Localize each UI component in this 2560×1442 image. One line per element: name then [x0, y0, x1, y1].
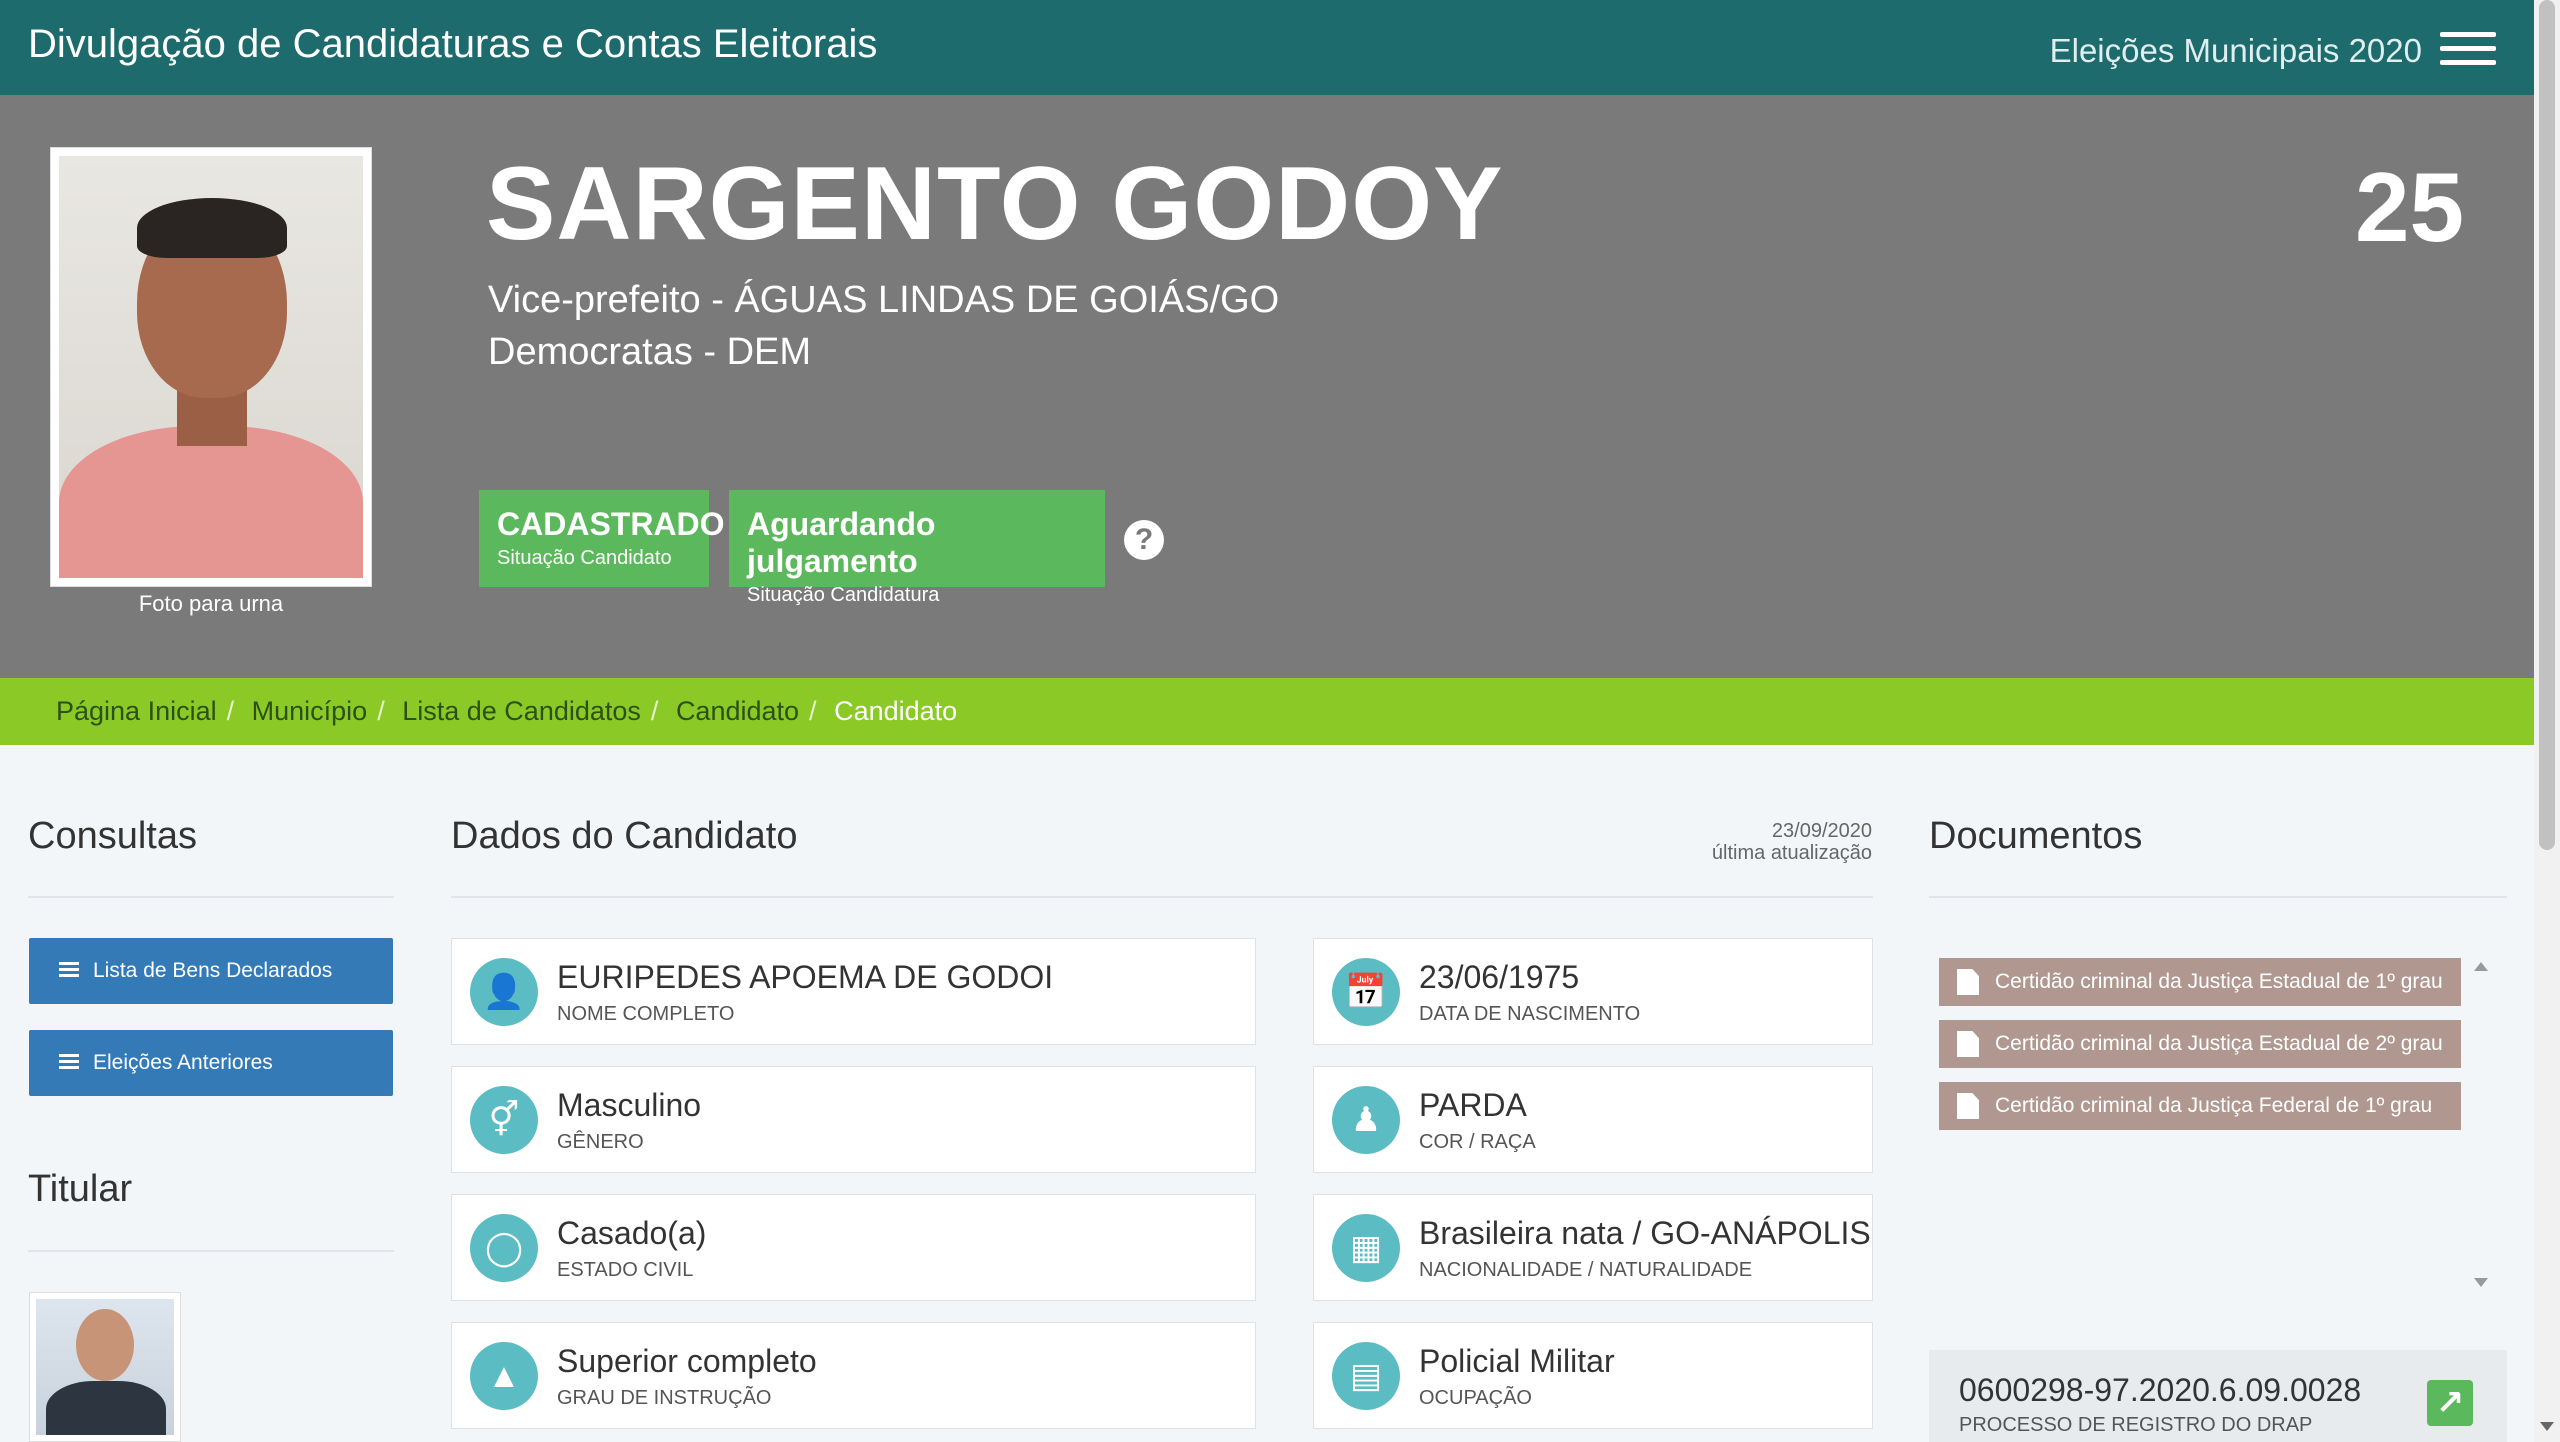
candidate-header: Foto para urna SARGENTO GODOY 25 Vice-pr…	[0, 95, 2534, 678]
breadcrumb-candidato[interactable]: Candidato	[676, 696, 799, 726]
field-label: Grau de Instrução	[557, 1387, 772, 1409]
field-estado-civil: ◯ Casado(a) Estado Civil	[451, 1194, 1256, 1301]
document-item[interactable]: Certidão criminal da Justiça Federal de …	[1939, 1082, 2461, 1130]
site-title[interactable]: Divulgação de Candidaturas e Contas Elei…	[28, 22, 877, 67]
field-label: Nacionalidade / Naturalidade	[1419, 1259, 1753, 1281]
field-label: Data de Nascimento	[1419, 1003, 1641, 1025]
field-label: Ocupação	[1419, 1387, 1532, 1409]
candidate-party: Democratas - DEM	[488, 331, 812, 373]
scroll-down-icon[interactable]	[2540, 1422, 2554, 1431]
hamburger-menu-icon[interactable]	[2440, 32, 2496, 66]
divider	[1929, 896, 2507, 898]
field-grau-instrucao: ▲ Superior completo Grau de Instrução	[451, 1322, 1256, 1429]
status-badge-candidatura: Aguardando julgamento Situação Candidatu…	[729, 490, 1105, 606]
map-icon: ▦	[1332, 1214, 1400, 1282]
field-genero: ⚥ Masculino Gênero	[451, 1066, 1256, 1173]
field-nacionalidade: ▦ Brasileira nata / GO-ANÁPOLIS Nacional…	[1313, 1194, 1873, 1301]
candidate-role: Vice-prefeito - ÁGUAS LINDAS DE GOIÁS/GO	[488, 279, 1280, 321]
documents-scrollbar[interactable]	[2464, 946, 2500, 1300]
bens-declarados-button[interactable]: Lista de Bens Declarados	[29, 938, 393, 1004]
field-value: Brasileira nata / GO-ANÁPOLIS	[1419, 1215, 1871, 1251]
photo-caption: Foto para urna	[138, 591, 284, 616]
field-value: 23/06/1975	[1419, 959, 1580, 995]
breadcrumb-current: Candidato	[834, 696, 958, 726]
last-updated: 23/09/2020 última atualização	[1712, 820, 1872, 864]
button-label: Eleições Anteriores	[93, 1051, 273, 1074]
scroll-down-icon[interactable]	[2474, 1278, 2488, 1287]
consultas-title: Consultas	[28, 815, 197, 857]
building-icon: ▤	[1332, 1342, 1400, 1410]
breadcrumb: Página Inicial / Município / Lista de Cand…	[0, 678, 2534, 745]
field-value: EURIPEDES APOEMA DE GODOI	[557, 959, 1054, 995]
status-badge-candidato: CADASTRADO Situação Candidato	[479, 490, 725, 587]
button-label: Lista de Bens Declarados	[93, 959, 333, 982]
calendar-icon: 📅	[1332, 958, 1400, 1026]
dados-title: Dados do Candidato	[451, 815, 798, 857]
documentos-title: Documentos	[1929, 815, 2143, 857]
updated-date: 23/09/2020	[1771, 820, 1872, 842]
candidate-name: SARGENTO GODOY	[486, 146, 1504, 262]
field-ocupacao: ▤ Policial Militar Ocupação	[1313, 1322, 1873, 1429]
external-link-icon[interactable]: ↗	[2427, 1380, 2473, 1426]
graduation-cap-icon: ▲	[470, 1342, 538, 1410]
help-icon[interactable]: ?	[1124, 520, 1164, 560]
field-label: Nome Completo	[557, 1003, 735, 1025]
field-value: Policial Militar	[1419, 1343, 1615, 1379]
document-item[interactable]: Certidão criminal da Justiça Estadual de…	[1939, 958, 2461, 1006]
field-value: Superior completo	[557, 1343, 817, 1379]
titular-title: Titular	[28, 1168, 133, 1210]
field-data-nascimento: 📅 23/06/1975 Data de Nascimento	[1313, 938, 1873, 1045]
field-cor-raca: ♟ PARDA Cor / Raça	[1313, 1066, 1873, 1173]
file-icon	[1957, 1093, 1979, 1119]
election-name: Eleições Municipais 2020	[2049, 32, 2422, 69]
file-icon	[1957, 1031, 1979, 1057]
page: Divulgação de Candidaturas e Contas Elei…	[0, 0, 2560, 1442]
top-bar: Divulgação de Candidaturas e Contas Elei…	[0, 0, 2534, 95]
document-label: Certidão criminal da Justiça Estadual de…	[1995, 1032, 2443, 1055]
field-value: PARDA	[1419, 1087, 1527, 1123]
drap-number: 0600298-97.2020.6.09.0028	[1959, 1372, 2362, 1408]
status-value: CADASTRADO	[497, 506, 725, 542]
field-label: Estado Civil	[557, 1259, 694, 1281]
status-value: Aguardando julgamento	[747, 506, 936, 579]
list-icon	[59, 962, 79, 978]
page-scrollbar[interactable]	[2534, 0, 2560, 1442]
ring-icon: ◯	[470, 1214, 538, 1282]
document-label: Certidão criminal da Justiça Estadual de…	[1995, 970, 2443, 993]
field-nome-completo: 👤 EURIPEDES APOEMA DE GODOI Nome Complet…	[451, 938, 1256, 1045]
eleicoes-anteriores-button[interactable]: Eleições Anteriores	[29, 1030, 393, 1096]
breadcrumb-lista-candidatos[interactable]: Lista de Candidatos	[402, 696, 641, 726]
field-value: Casado(a)	[557, 1215, 707, 1251]
updated-label: última atualização	[1711, 842, 1872, 864]
field-label: Gênero	[557, 1131, 644, 1153]
drap-label: PROCESSO DE REGISTRO DO DRAP	[1959, 1414, 2313, 1436]
titular-photo[interactable]	[29, 1292, 181, 1442]
gender-icon: ⚥	[470, 1086, 538, 1154]
scroll-up-icon[interactable]	[2474, 962, 2488, 971]
breadcrumb-municipio[interactable]: Município	[252, 696, 368, 726]
document-label: Certidão criminal da Justiça Federal de …	[1995, 1094, 2433, 1117]
list-icon	[59, 1054, 79, 1070]
documents-list: Certidão criminal da Justiça Estadual de…	[1929, 946, 2465, 1300]
user-icon: 👤	[470, 958, 538, 1026]
status-label: Situação Candidatura	[747, 584, 940, 606]
divider	[28, 896, 394, 898]
status-label: Situação Candidato	[497, 547, 672, 569]
candidate-number: 25	[2354, 152, 2464, 262]
scrollbar-thumb[interactable]	[2539, 0, 2555, 850]
divider	[451, 896, 1873, 898]
file-icon	[1957, 969, 1979, 995]
field-label: Cor / Raça	[1419, 1131, 1536, 1153]
divider	[28, 1250, 394, 1252]
document-item[interactable]: Certidão criminal da Justiça Estadual de…	[1939, 1020, 2461, 1068]
breadcrumb-home[interactable]: Página Inicial	[56, 696, 217, 726]
field-value: Masculino	[557, 1087, 702, 1123]
candidate-photo	[50, 147, 372, 587]
person-icon: ♟	[1332, 1086, 1400, 1154]
drap-process: 0600298-97.2020.6.09.0028 PROCESSO DE RE…	[1929, 1350, 2507, 1442]
